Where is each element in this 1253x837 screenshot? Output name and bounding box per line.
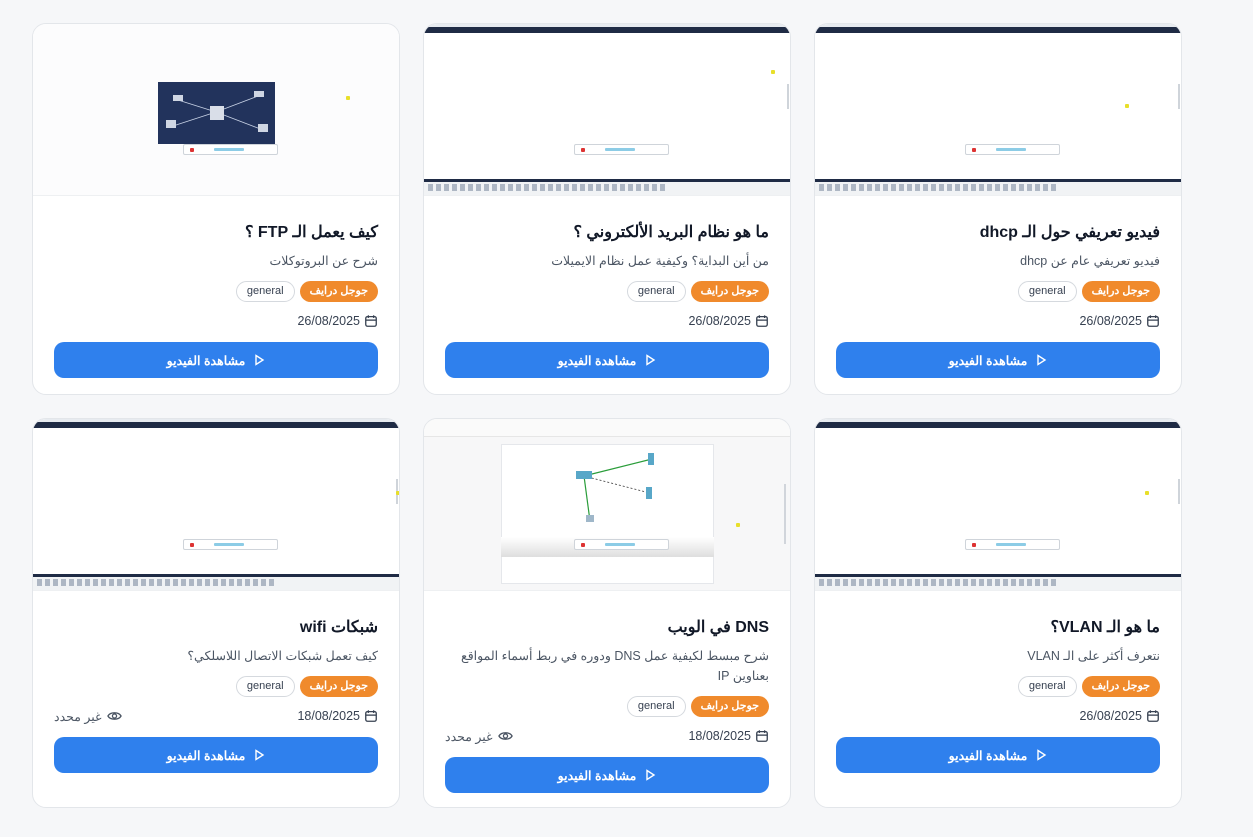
video-date-text: 26/08/2025	[297, 314, 360, 328]
video-views: غير محدد	[54, 709, 122, 724]
play-icon	[1037, 749, 1047, 761]
video-date-text: 26/08/2025	[688, 314, 751, 328]
video-description: نتعرف أكثر على الـ VLAN	[1027, 649, 1160, 663]
video-thumbnail[interactable]	[424, 24, 790, 196]
video-meta: 18/08/2025 غير محدد	[54, 706, 378, 726]
video-title: DNS في الويب	[667, 619, 769, 636]
watch-video-button[interactable]: مشاهدة الفيديو	[445, 342, 769, 378]
tag-general: general	[626, 281, 686, 302]
tag-google-drive: جوجل درايف	[1081, 281, 1160, 302]
video-description: كيف تعمل شبكات الاتصال اللاسلكي؟	[187, 649, 378, 663]
ftp-diagram-image	[158, 82, 275, 144]
eye-icon	[106, 712, 122, 720]
tag-google-drive: جوجل درايف	[299, 281, 378, 302]
video-date-text: 26/08/2025	[1079, 709, 1142, 723]
watch-video-button[interactable]: مشاهدة الفيديو	[54, 737, 378, 773]
video-date-text: 26/08/2025	[1079, 314, 1142, 328]
tag-list: جوجل درايف general	[836, 281, 1160, 302]
video-meta: 26/08/2025	[54, 311, 378, 331]
watch-video-label: مشاهدة الفيديو	[166, 748, 246, 763]
video-card-dhcp[interactable]: فيديو تعريفي حول الـ dhcp فيديو تعريفي ع…	[814, 23, 1182, 395]
video-grid: فيديو تعريفي حول الـ dhcp فيديو تعريفي ع…	[31, 23, 1182, 808]
calendar-icon	[756, 315, 768, 327]
tag-list: جوجل درايف general	[54, 281, 378, 302]
video-description: من أين البداية؟ وكيفية عمل نظام الايميلا…	[551, 254, 769, 268]
calendar-icon	[1147, 710, 1159, 722]
watch-video-label: مشاهدة الفيديو	[166, 353, 246, 368]
watch-video-label: مشاهدة الفيديو	[948, 748, 1028, 763]
video-title: كيف يعمل الـ FTP ؟	[244, 224, 378, 241]
calendar-icon	[365, 710, 377, 722]
video-card-vlan[interactable]: ما هو الـ VLAN؟ نتعرف أكثر على الـ VLAN …	[814, 418, 1182, 808]
tag-google-drive: جوجل درايف	[299, 676, 378, 697]
video-thumbnail[interactable]	[33, 24, 399, 196]
video-card-wifi[interactable]: شبكات wifi كيف تعمل شبكات الاتصال اللاسل…	[32, 418, 400, 808]
play-icon	[255, 354, 265, 366]
video-title: شبكات wifi	[299, 619, 378, 636]
tag-list: جوجل درايف general	[445, 281, 769, 302]
video-views: غير محدد	[445, 729, 513, 744]
video-description: فيديو تعريفي عام عن dhcp	[1020, 254, 1160, 268]
video-title: ما هو الـ VLAN؟	[1050, 619, 1160, 636]
tag-general: general	[1017, 281, 1077, 302]
watch-video-button[interactable]: مشاهدة الفيديو	[836, 342, 1160, 378]
video-thumbnail[interactable]	[424, 419, 790, 591]
video-date-text: 18/08/2025	[688, 729, 751, 743]
video-title: فيديو تعريفي حول الـ dhcp	[979, 224, 1160, 241]
video-thumbnail[interactable]	[815, 419, 1181, 591]
video-card-ftp[interactable]: كيف يعمل الـ FTP ؟ شرح عن البروتوكلات جو…	[32, 23, 400, 395]
video-meta: 26/08/2025	[445, 311, 769, 331]
video-card-email[interactable]: ما هو نظام البريد الألكتروني ؟ من أين ال…	[423, 23, 791, 395]
watch-video-button[interactable]: مشاهدة الفيديو	[836, 737, 1160, 773]
video-date: 26/08/2025	[1079, 709, 1160, 723]
video-views-text: غير محدد	[54, 709, 102, 724]
video-date: 18/08/2025	[688, 729, 769, 743]
tag-general: general	[235, 676, 295, 697]
tag-general: general	[626, 696, 686, 717]
video-date: 26/08/2025	[1079, 314, 1160, 328]
play-icon	[255, 749, 265, 761]
video-date: 18/08/2025	[297, 709, 378, 723]
watch-video-button[interactable]: مشاهدة الفيديو	[54, 342, 378, 378]
video-meta: 26/08/2025	[836, 311, 1160, 331]
tag-google-drive: جوجل درايف	[1081, 676, 1160, 697]
tag-list: جوجل درايف general	[54, 676, 378, 697]
watch-video-label: مشاهدة الفيديو	[948, 353, 1028, 368]
video-title: ما هو نظام البريد الألكتروني ؟	[573, 224, 769, 241]
watch-video-label: مشاهدة الفيديو	[557, 353, 637, 368]
video-thumbnail[interactable]	[33, 419, 399, 591]
tag-list: جوجل درايف general	[836, 676, 1160, 697]
video-meta: 26/08/2025	[836, 706, 1160, 726]
video-card-dns[interactable]: DNS في الويب شرح مبسط لكيفية عمل DNS ودو…	[423, 418, 791, 808]
play-icon	[646, 354, 656, 366]
video-views-text: غير محدد	[445, 729, 493, 744]
play-icon	[646, 769, 656, 781]
watch-video-label: مشاهدة الفيديو	[557, 768, 637, 783]
tag-general: general	[235, 281, 295, 302]
play-icon	[1037, 354, 1047, 366]
tag-general: general	[1017, 676, 1077, 697]
eye-icon	[497, 732, 513, 740]
calendar-icon	[365, 315, 377, 327]
video-description: شرح مبسط لكيفية عمل DNS ودوره في ربط أسم…	[461, 649, 769, 683]
video-date: 26/08/2025	[297, 314, 378, 328]
video-date-text: 18/08/2025	[297, 709, 360, 723]
calendar-icon	[756, 730, 768, 742]
video-description: شرح عن البروتوكلات	[269, 254, 378, 268]
tag-google-drive: جوجل درايف	[690, 281, 769, 302]
dns-diagram-image	[576, 453, 654, 522]
video-thumbnail[interactable]	[815, 24, 1181, 196]
tag-google-drive: جوجل درايف	[690, 696, 769, 717]
tag-list: جوجل درايف general	[445, 696, 769, 717]
video-meta: 18/08/2025 غير محدد	[445, 726, 769, 746]
video-date: 26/08/2025	[688, 314, 769, 328]
calendar-icon	[1147, 315, 1159, 327]
watch-video-button[interactable]: مشاهدة الفيديو	[445, 757, 769, 793]
